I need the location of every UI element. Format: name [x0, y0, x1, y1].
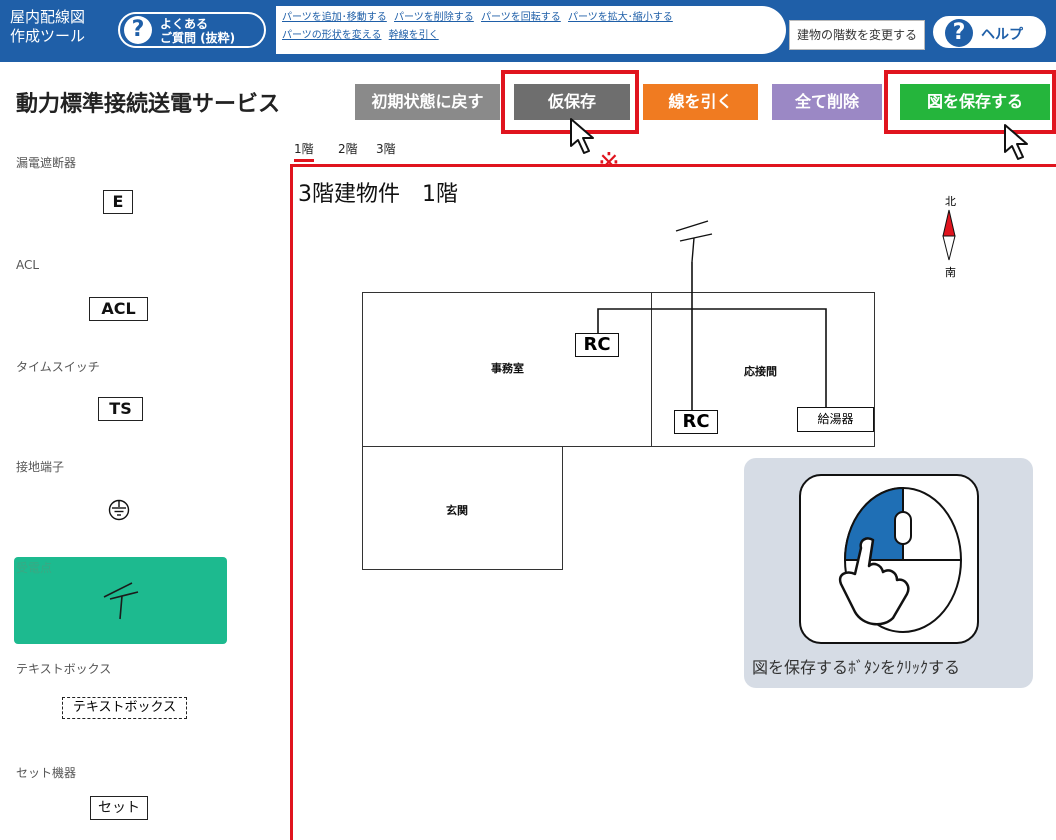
save-hint-caption: 図を保存するﾎﾞﾀﾝをｸﾘｯｸする — [752, 658, 961, 677]
rc-device[interactable]: RC — [674, 410, 718, 434]
save-hint-card: 図を保存するﾎﾞﾀﾝをｸﾘｯｸする — [744, 458, 1033, 688]
wiring-lines — [597, 220, 827, 410]
mouse-click-icon — [838, 486, 962, 633]
rc-device[interactable]: RC — [575, 333, 619, 357]
mouse-frame — [799, 474, 979, 644]
water-heater-device[interactable]: 給湯器 — [797, 407, 874, 432]
